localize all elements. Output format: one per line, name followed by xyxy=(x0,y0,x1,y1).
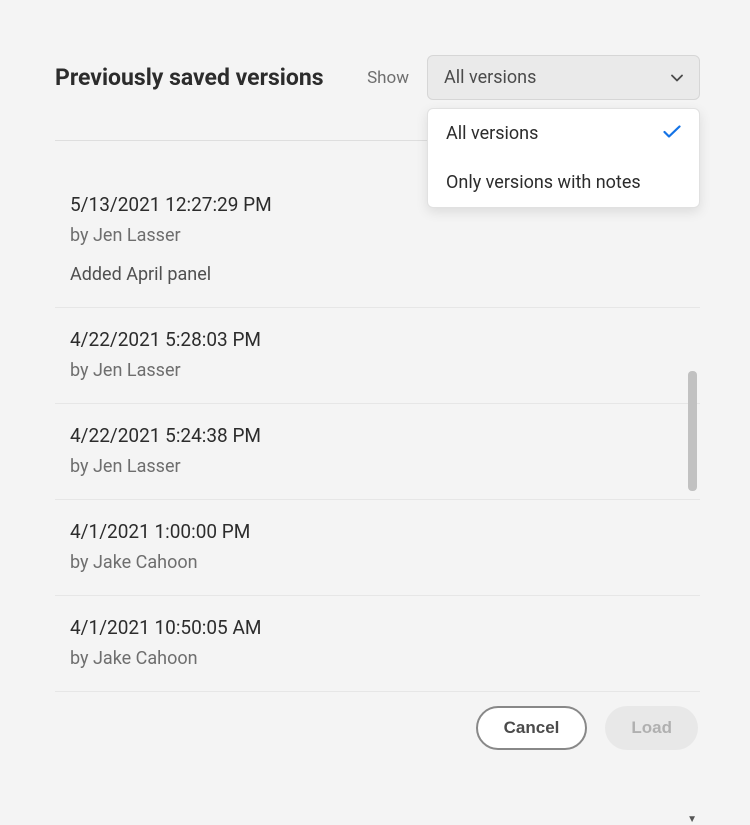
dropdown-selected-label: All versions xyxy=(444,67,536,88)
scrollbar[interactable] xyxy=(688,371,697,636)
version-author: by Jake Cahoon xyxy=(70,648,700,669)
show-label: Show xyxy=(367,68,409,88)
cancel-button[interactable]: Cancel xyxy=(476,706,588,750)
version-timestamp: 4/1/2021 1:00:00 PM xyxy=(70,520,700,543)
version-item[interactable]: 4/22/2021 5:24:38 PM by Jen Lasser xyxy=(55,404,700,500)
version-author: by Jen Lasser xyxy=(70,225,700,246)
dropdown-option-all-versions[interactable]: All versions xyxy=(428,109,699,158)
version-timestamp: 4/22/2021 5:24:38 PM xyxy=(70,424,700,447)
chevron-down-icon xyxy=(671,72,683,84)
version-item[interactable]: 4/1/2021 1:00:00 PM by Jake Cahoon xyxy=(55,500,700,596)
load-button: Load xyxy=(605,706,698,750)
version-item[interactable]: 4/1/2021 10:50:05 AM by Jake Cahoon xyxy=(55,596,700,692)
version-author: by Jen Lasser xyxy=(70,360,700,381)
dropdown-menu: All versions Only versions with notes xyxy=(427,108,700,208)
version-note: Added April panel xyxy=(70,264,700,285)
dropdown-option-label: All versions xyxy=(446,123,538,144)
check-icon xyxy=(663,123,681,144)
version-item[interactable]: 4/22/2021 5:28:03 PM by Jen Lasser xyxy=(55,308,700,404)
version-timestamp: 4/22/2021 5:28:03 PM xyxy=(70,328,700,351)
version-author: by Jen Lasser xyxy=(70,456,700,477)
scrollbar-thumb[interactable] xyxy=(688,371,697,491)
scroll-down-arrow-icon[interactable]: ▼ xyxy=(687,814,697,825)
section-title: Previously saved versions xyxy=(55,64,324,91)
dropdown-option-label: Only versions with notes xyxy=(446,172,641,193)
dropdown-option-only-with-notes[interactable]: Only versions with notes xyxy=(428,158,699,207)
version-filter-dropdown[interactable]: All versions xyxy=(427,55,700,100)
versions-list: 5/13/2021 12:27:29 PM by Jen Lasser Adde… xyxy=(55,140,700,692)
version-author: by Jake Cahoon xyxy=(70,552,700,573)
version-timestamp: 4/1/2021 10:50:05 AM xyxy=(70,616,700,639)
